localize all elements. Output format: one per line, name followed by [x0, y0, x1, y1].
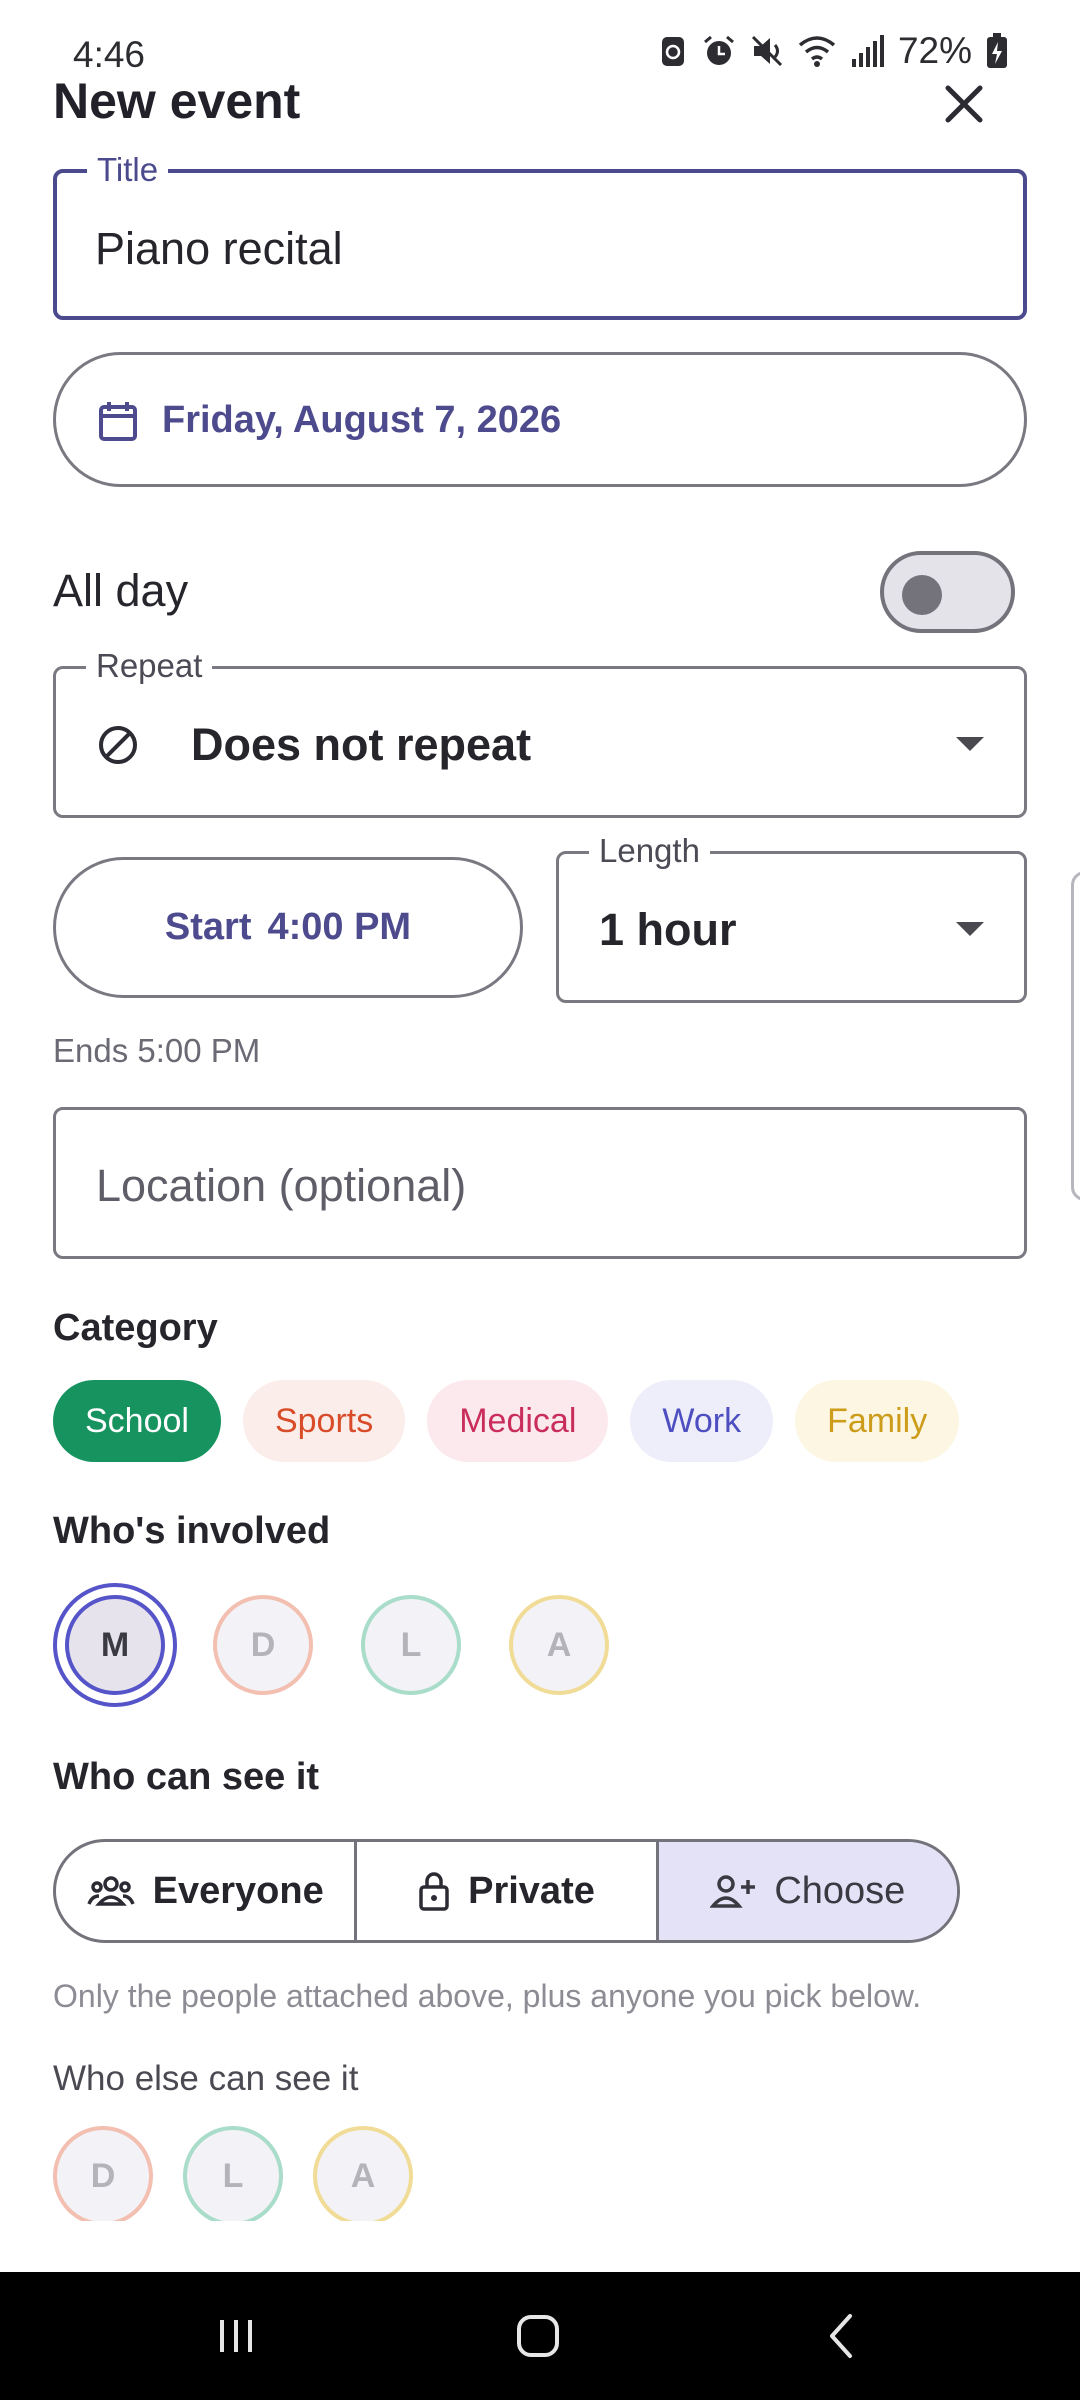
location-placeholder: Location (optional) — [96, 1160, 467, 1211]
avatar-a[interactable]: A — [509, 1595, 609, 1695]
all-day-label: All day — [53, 565, 189, 616]
length-dropdown[interactable]: Length 1 hour — [556, 832, 1027, 1003]
title-field[interactable]: Title Piano recital — [53, 151, 1027, 320]
avatar-initial: M — [65, 1595, 165, 1695]
start-time-button[interactable]: Start 4:00 PM — [53, 857, 523, 998]
page-title: New event — [53, 73, 301, 129]
who-else-avatar-a[interactable]: A — [313, 2126, 413, 2221]
involved-label: Who's involved — [53, 1510, 331, 1552]
repeat-value: Does not repeat — [191, 719, 532, 770]
visibility-segmented-control: Everyone Private Choose — [53, 1839, 960, 1943]
avatar-l[interactable]: L — [361, 1595, 461, 1695]
repeat-label: Repeat — [86, 647, 213, 685]
add-person-icon — [710, 1875, 756, 1908]
signal-icon — [851, 35, 884, 67]
status-icons: 72% — [658, 30, 1008, 72]
chevron-down-icon — [956, 922, 984, 936]
category-label: Category — [53, 1307, 218, 1349]
date-picker-button[interactable]: Friday, August 7, 2026 — [53, 352, 1027, 487]
all-day-toggle[interactable] — [880, 551, 1015, 633]
home-button[interactable] — [508, 2306, 568, 2366]
calendar-icon — [96, 399, 140, 448]
toggle-knob — [902, 575, 942, 615]
location-field[interactable]: Location (optional) — [53, 1107, 1027, 1259]
category-chip-family[interactable]: Family — [795, 1380, 960, 1462]
new-event-sheet: 4:46 72% New event Title Piano recital F… — [0, 0, 1080, 2272]
close-icon — [945, 85, 983, 123]
date-value: Friday, August 7, 2026 — [162, 399, 562, 441]
close-button[interactable] — [936, 76, 992, 132]
ends-text: Ends 5:00 PM — [53, 1032, 261, 1069]
private-label: Private — [468, 1869, 595, 1912]
mute-icon — [751, 35, 782, 67]
start-time-value: 4:00 PM — [267, 906, 412, 948]
battery-saver-icon — [661, 37, 684, 66]
avatar-d[interactable]: D — [213, 1595, 313, 1695]
battery-percent: 72% — [897, 30, 972, 71]
chevron-down-icon — [956, 737, 984, 751]
side-panel-handle[interactable] — [1071, 871, 1080, 1201]
who-else-avatar-l[interactable]: L — [183, 2126, 283, 2221]
repeat-dropdown[interactable]: Repeat Does not repeat — [53, 647, 1027, 818]
alarm-icon — [703, 35, 734, 65]
who-else-label: Who else can see it — [53, 2059, 359, 2098]
visibility-label: Who can see it — [53, 1756, 320, 1798]
involved-avatars: M D L A — [53, 1583, 609, 1707]
title-input-value[interactable]: Piano recital — [95, 223, 343, 275]
category-chip-medical[interactable]: Medical — [427, 1380, 609, 1462]
choose-label: Choose — [774, 1869, 906, 1912]
recent-apps-icon — [220, 2320, 252, 2352]
who-else-avatar-d[interactable]: D — [53, 2126, 153, 2221]
system-navigation-bar — [0, 2272, 1080, 2400]
home-icon — [517, 2315, 559, 2357]
length-label: Length — [589, 832, 710, 870]
recent-apps-button[interactable] — [206, 2306, 266, 2366]
block-icon — [96, 723, 140, 772]
visibility-hint: Only the people attached above, plus any… — [53, 1978, 922, 2014]
length-value: 1 hour — [599, 904, 737, 955]
wifi-icon — [798, 36, 836, 67]
battery-charging-icon — [987, 33, 1007, 68]
status-time: 4:46 — [73, 34, 146, 75]
lock-icon — [419, 1872, 449, 1911]
category-chip-work[interactable]: Work — [630, 1380, 774, 1462]
category-chip-school[interactable]: School — [53, 1380, 221, 1462]
category-chip-sports[interactable]: Sports — [242, 1380, 406, 1462]
category-chips: School Sports Medical Work Family — [53, 1380, 960, 1462]
start-label: Start — [164, 906, 252, 948]
back-icon — [830, 2314, 852, 2358]
back-button[interactable] — [812, 2306, 872, 2366]
title-field-label: Title — [87, 151, 169, 189]
avatar-m[interactable]: M — [53, 1583, 177, 1707]
everyone-label: Everyone — [152, 1869, 324, 1912]
visibility-choose-button[interactable]: Choose — [658, 1842, 957, 1940]
group-icon — [86, 1876, 135, 1906]
visibility-everyone-button[interactable]: Everyone — [56, 1842, 358, 1940]
visibility-private-button[interactable]: Private — [357, 1842, 659, 1940]
who-else-avatars: D L A — [53, 2126, 453, 2221]
